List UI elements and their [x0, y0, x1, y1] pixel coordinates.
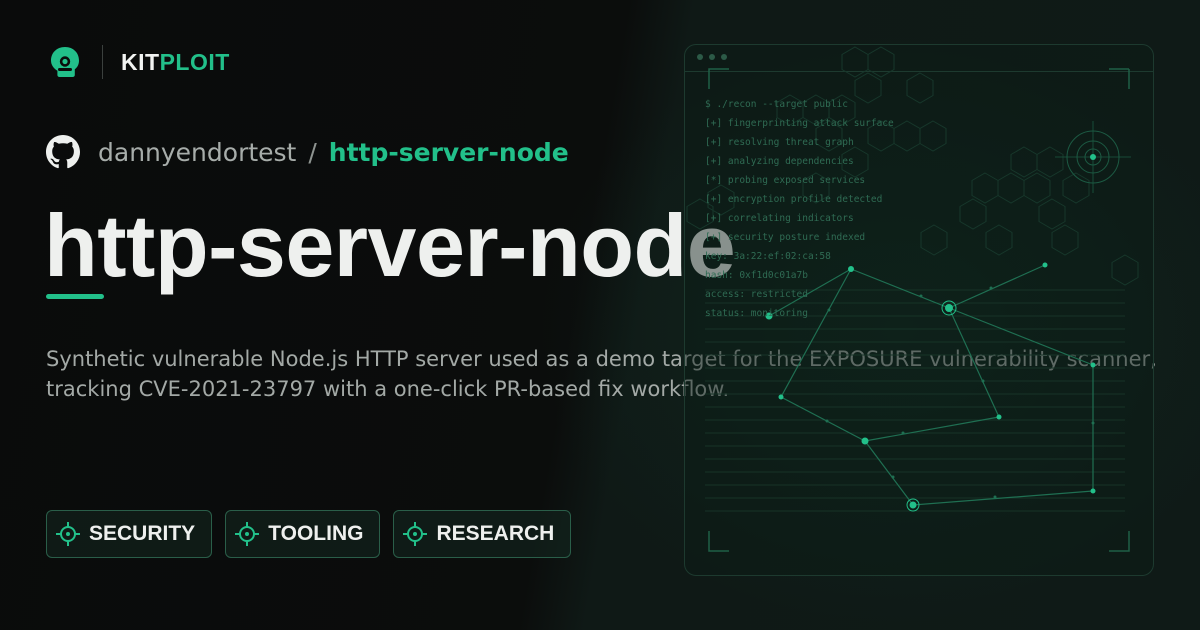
tag-research[interactable]: RESEARCH — [393, 510, 572, 558]
repo-name[interactable]: http-server-node — [329, 138, 569, 167]
kitploit-logo-icon — [51, 47, 79, 77]
terminal-line: [+] analyzing dependencies — [705, 156, 854, 167]
repo-breadcrumb: dannyendortest / http-server-node — [46, 134, 569, 170]
terminal-line: hash: 0xf1d0c01a7b — [705, 270, 808, 281]
terminal-line: [+] resolving threat graph — [705, 137, 854, 148]
tag-list: SECURITY TOOLING RESEARCH — [46, 510, 572, 558]
crosshair-icon — [235, 522, 260, 546]
tag-label: RESEARCH — [436, 522, 555, 545]
tag-label: TOOLING — [268, 522, 364, 545]
tag-tooling[interactable]: TOOLING — [225, 510, 381, 558]
brand-divider — [102, 45, 103, 79]
terminal-line: $ ./recon --target public — [705, 99, 848, 110]
brand-header: KITPLOIT — [48, 44, 230, 80]
crosshair-icon — [403, 522, 428, 546]
terminal-line: key: 3a:22:ef:02:ca:58 — [705, 251, 831, 262]
terminal-line: status: monitoring — [705, 308, 808, 319]
terminal-line: [+] fingerprinting attack surface — [705, 118, 894, 129]
repo-separator: / — [308, 137, 317, 167]
terminal-line: [*] probing exposed services — [705, 175, 866, 186]
tag-label: SECURITY — [89, 522, 196, 545]
github-icon — [46, 135, 80, 169]
repo-owner[interactable]: dannyendortest — [98, 138, 296, 167]
crosshair-icon — [56, 522, 80, 546]
terminal-output: $ ./recon --target public [+] fingerprint… — [705, 95, 894, 323]
brand-name: KITPLOIT — [121, 49, 230, 76]
terminal-line: [+] encryption profile detected — [705, 194, 883, 205]
terminal-line: access: restricted — [705, 289, 808, 300]
page-title: http-server-node — [44, 196, 736, 295]
terminal-panel: $ ./recon --target public [+] fingerprint… — [684, 44, 1154, 576]
title-underline — [46, 294, 104, 299]
tag-security[interactable]: SECURITY — [46, 510, 213, 558]
brand-name-part2: PLOIT — [159, 48, 230, 75]
brand-name-part1: KIT — [121, 48, 160, 75]
terminal-line: [+] correlating indicators — [705, 213, 854, 224]
terminal-line: [+] security posture indexed — [705, 232, 866, 243]
